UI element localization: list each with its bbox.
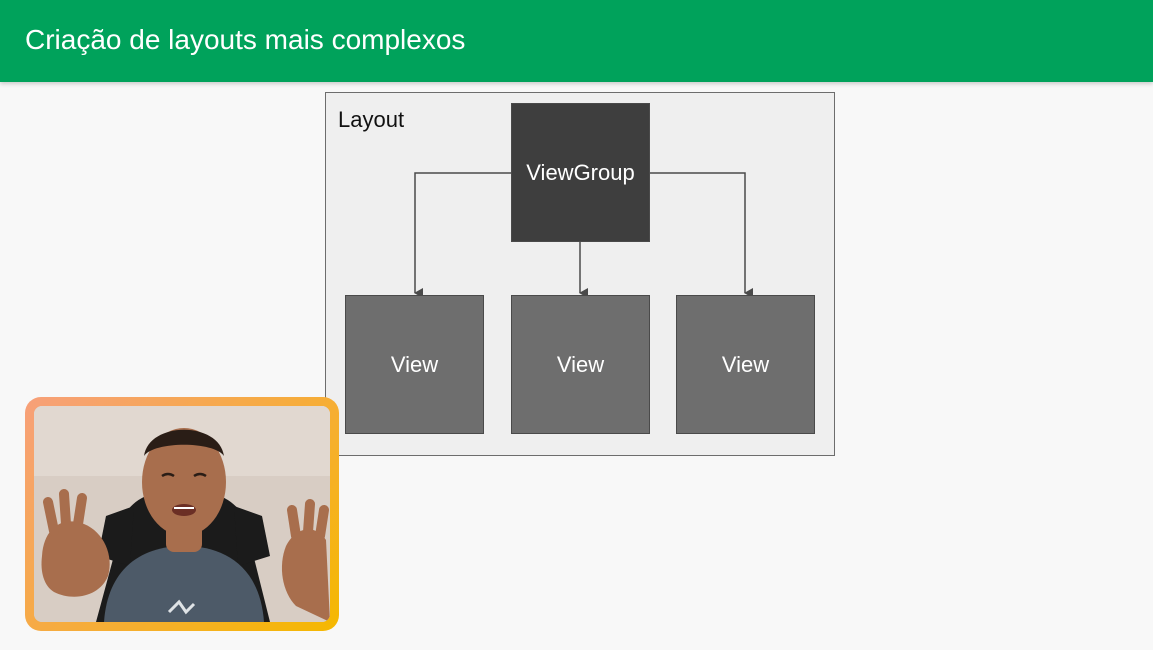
- webcam-video: [34, 406, 330, 622]
- viewgroup-node: ViewGroup: [511, 103, 650, 242]
- view-node-1: View: [345, 295, 484, 434]
- view-node-3: View: [676, 295, 815, 434]
- presenter-illustration: [34, 406, 330, 622]
- connector-left: [414, 172, 511, 298]
- view-node-1-label: View: [390, 351, 439, 377]
- slide-title: Criação de layouts mais complexos: [25, 24, 466, 55]
- view-node-2-label: View: [556, 351, 605, 377]
- view-node-2: View: [511, 295, 650, 434]
- slide-title-bar: Criação de layouts mais complexos: [0, 0, 1153, 82]
- viewgroup-label: ViewGroup: [526, 159, 635, 185]
- view-node-3-label: View: [721, 351, 770, 377]
- webcam-overlay: [25, 397, 339, 631]
- connector-right: [649, 172, 753, 298]
- layout-diagram: Layout ViewGroup View View View: [325, 92, 835, 456]
